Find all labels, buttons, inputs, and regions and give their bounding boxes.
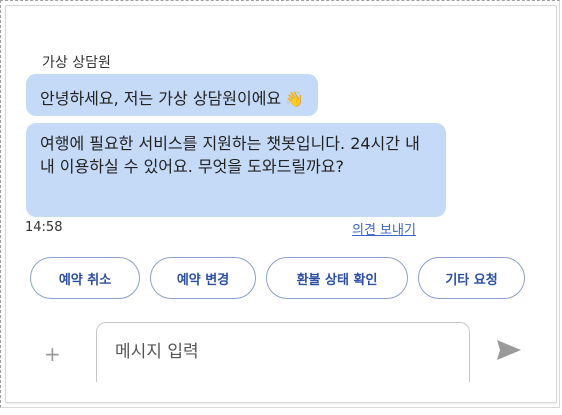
message-bubble-greeting: 안녕하세요, 저는 가상 상담원이에요 👋 — [26, 74, 318, 116]
message-timestamp: 14:58 — [25, 220, 63, 235]
message-bubble-intro: 여행에 필요한 서비스를 지원하는 챗봇입니다. 24시간 내내 이용하실 수 … — [26, 123, 446, 217]
quick-reply-change-booking[interactable]: 예약 변경 — [150, 257, 256, 299]
send-feedback-link[interactable]: 의견 보내기 — [352, 219, 416, 238]
message-input-placeholder: 메시지 입력 — [115, 342, 199, 362]
sender-name: 가상 상담원 — [42, 55, 111, 71]
message-text: 여행에 필요한 서비스를 지원하는 챗봇입니다. 24시간 내내 이용하실 수 … — [40, 134, 420, 176]
chat-widget: 가상 상담원 안녕하세요, 저는 가상 상담원이에요 👋 여행에 필요한 서비스를… — [5, 5, 557, 403]
quick-reply-other-request[interactable]: 기타 요청 — [418, 257, 525, 299]
quick-reply-cancel-booking[interactable]: 예약 취소 — [30, 257, 140, 299]
message-input[interactable]: 메시지 입력 — [96, 322, 470, 382]
add-attachment-icon[interactable]: + — [44, 342, 61, 366]
send-icon[interactable] — [496, 339, 522, 361]
quick-reply-refund-status[interactable]: 환불 상태 확인 — [266, 257, 408, 299]
message-text: 안녕하세요, 저는 가상 상담원이에요 — [40, 89, 282, 108]
waving-hand-icon: 👋 — [285, 90, 304, 108]
